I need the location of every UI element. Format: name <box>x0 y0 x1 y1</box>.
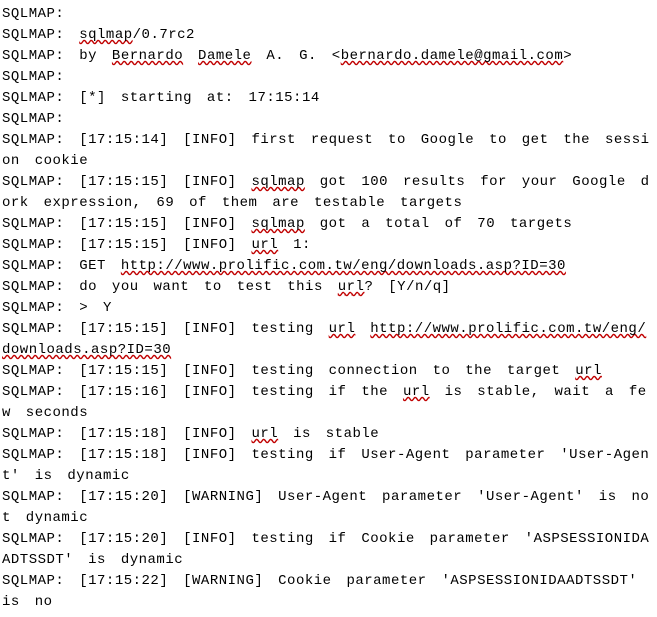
log-line: SQLMAP: [17:15:22] [WARNING] Cookie para… <box>2 571 651 613</box>
terminal-output: SQLMAP: SQLMAP: sqlmap/0.7rc2 SQLMAP: by… <box>0 0 653 617</box>
log-prefix: SQLMAP: <box>2 6 64 22</box>
spellcheck-word: url <box>251 426 278 442</box>
log-prefix: SQLMAP: <box>2 363 64 379</box>
log-line: SQLMAP: do you want to test this url? [Y… <box>2 277 651 298</box>
log-prefix: SQLMAP: <box>2 132 64 148</box>
spellcheck-word: Bernardo <box>112 48 183 64</box>
log-prefix: SQLMAP: <box>2 258 64 274</box>
spellcheck-word: http://www.prolific.com.tw/eng/downloads… <box>121 258 566 274</box>
log-prefix: SQLMAP: <box>2 27 64 43</box>
log-line: SQLMAP: sqlmap/0.7rc2 <box>2 25 651 46</box>
spellcheck-word: Damele <box>198 48 251 64</box>
log-line: SQLMAP: by Bernardo Damele A. G. <bernar… <box>2 46 651 67</box>
log-line: SQLMAP: [17:15:15] [INFO] url 1: <box>2 235 651 256</box>
log-prefix: SQLMAP: <box>2 279 64 295</box>
log-line: SQLMAP: <box>2 109 651 130</box>
log-line: SQLMAP: [17:15:15] [INFO] sqlmap got 100… <box>2 172 651 214</box>
log-line: SQLMAP: GET http://www.prolific.com.tw/e… <box>2 256 651 277</box>
log-prefix: SQLMAP: <box>2 237 64 253</box>
log-line: SQLMAP: [17:15:20] [INFO] testing if Coo… <box>2 529 651 571</box>
log-prefix: SQLMAP: <box>2 426 64 442</box>
log-line: SQLMAP: <box>2 67 651 88</box>
log-line: SQLMAP: [17:15:15] [INFO] sqlmap got a t… <box>2 214 651 235</box>
spellcheck-word: url <box>251 237 278 253</box>
spellcheck-word: url <box>329 321 356 337</box>
log-line: SQLMAP: > Y <box>2 298 651 319</box>
log-line: SQLMAP: [17:15:18] [INFO] testing if Use… <box>2 445 651 487</box>
log-prefix: SQLMAP: <box>2 174 64 190</box>
spellcheck-word: url <box>575 363 602 379</box>
log-prefix: SQLMAP: <box>2 69 64 85</box>
log-line: SQLMAP: [*] starting at: 17:15:14 <box>2 88 651 109</box>
spellcheck-word: sqlmap <box>251 216 304 232</box>
log-prefix: SQLMAP: <box>2 489 64 505</box>
spellcheck-word: url <box>338 279 365 295</box>
log-line: SQLMAP: [17:15:18] [INFO] url is stable <box>2 424 651 445</box>
log-prefix: SQLMAP: <box>2 447 64 463</box>
spellcheck-word: sqlmap <box>79 27 132 43</box>
log-line: SQLMAP: [17:15:15] [INFO] testing url ht… <box>2 319 651 361</box>
log-line: SQLMAP: [17:15:16] [INFO] testing if the… <box>2 382 651 424</box>
log-line: SQLMAP: <box>2 4 651 25</box>
spellcheck-word: bernardo.damele@gmail.com <box>341 48 564 64</box>
spellcheck-word: sqlmap <box>251 174 304 190</box>
log-line: SQLMAP: [17:15:20] [WARNING] User-Agent … <box>2 487 651 529</box>
log-line: SQLMAP: [17:15:14] [INFO] first request … <box>2 130 651 172</box>
log-prefix: SQLMAP: <box>2 90 64 106</box>
log-prefix: SQLMAP: <box>2 216 64 232</box>
log-prefix: SQLMAP: <box>2 384 64 400</box>
spellcheck-word: url <box>403 384 430 400</box>
log-prefix: SQLMAP: <box>2 531 64 547</box>
log-prefix: SQLMAP: <box>2 111 64 127</box>
log-line: SQLMAP: [17:15:15] [INFO] testing connec… <box>2 361 651 382</box>
log-prefix: SQLMAP: <box>2 48 64 64</box>
log-prefix: SQLMAP: <box>2 321 64 337</box>
log-prefix: SQLMAP: <box>2 300 64 316</box>
log-prefix: SQLMAP: <box>2 573 64 589</box>
